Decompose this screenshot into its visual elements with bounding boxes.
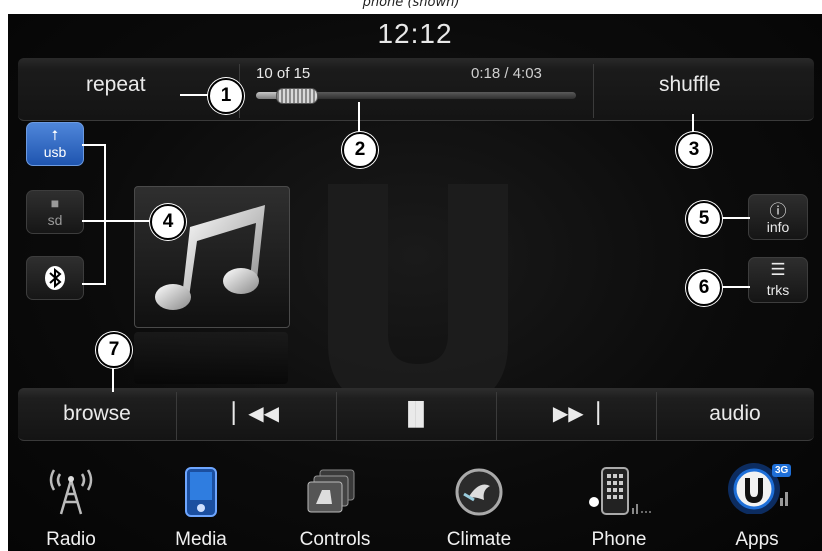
callout-leader-4a xyxy=(82,144,106,146)
next-track-button[interactable]: ▶▶▕ xyxy=(496,388,656,440)
document-caption: phone (shown) xyxy=(0,0,822,14)
skip-previous-icon: ▏◀◀ xyxy=(232,403,280,425)
uconnect-apps-icon xyxy=(728,463,788,514)
callout-leader-2 xyxy=(358,102,360,132)
pause-button[interactable]: ▐▌ xyxy=(336,388,496,440)
track-count: 10 of 15 xyxy=(256,65,311,82)
source-usb-button[interactable]: ⭡ usb xyxy=(26,122,84,166)
tracks-button[interactable]: ☰ trks xyxy=(748,257,808,303)
callout-6: 6 xyxy=(686,270,722,306)
dock-climate-label: Climate xyxy=(446,529,512,550)
dock-climate[interactable]: Climate xyxy=(424,462,534,551)
callout-5: 5 xyxy=(686,201,722,237)
previous-track-button[interactable]: ▏◀◀ xyxy=(176,388,336,440)
callout-leader-5 xyxy=(720,217,750,219)
dock-phone-label: Phone xyxy=(591,529,647,550)
skip-next-icon: ▶▶▕ xyxy=(552,403,600,425)
source-usb-label: usb xyxy=(43,144,67,160)
sd-card-icon: ■ xyxy=(50,195,60,211)
source-sd-button[interactable]: ■ sd xyxy=(26,190,84,234)
bluetooth-icon xyxy=(45,266,65,290)
phone-keypad-icon xyxy=(589,467,651,515)
dock-apps-label: Apps xyxy=(735,529,779,550)
dock-media[interactable]: Media xyxy=(146,462,256,551)
dock-controls[interactable]: Controls xyxy=(280,462,390,551)
info-label: info xyxy=(766,219,790,235)
uconnect-watermark-icon xyxy=(328,184,508,414)
callout-2: 2 xyxy=(342,132,378,168)
track-time: 0:18 / 4:03 xyxy=(471,65,542,82)
callout-7: 7 xyxy=(96,332,132,368)
callout-1: 1 xyxy=(208,78,244,114)
divider xyxy=(593,64,594,118)
album-art-reflection xyxy=(134,332,288,384)
info-button[interactable]: ⓘ info xyxy=(748,194,808,240)
source-sd-label: sd xyxy=(47,212,63,228)
seat-controls-icon xyxy=(307,469,355,513)
list-icon: ☰ xyxy=(770,260,786,279)
dock-phone[interactable]: Phone xyxy=(564,462,674,551)
progress-handle[interactable] xyxy=(276,88,318,104)
callout-leader-7 xyxy=(112,364,114,392)
media-player-icon xyxy=(185,467,217,517)
shuffle-button[interactable]: shuffle xyxy=(659,73,721,97)
browse-button[interactable]: browse xyxy=(18,388,176,440)
tracks-label: trks xyxy=(766,282,790,298)
progress-slider[interactable] xyxy=(256,88,576,104)
radio-tower-icon xyxy=(49,469,93,515)
callout-leader-4b xyxy=(104,144,106,284)
usb-icon: ⭡ xyxy=(51,127,59,143)
climate-fan-icon xyxy=(455,468,503,516)
callout-leader-1 xyxy=(180,94,210,96)
callout-leader-4c xyxy=(82,283,106,285)
callout-leader-6 xyxy=(720,286,750,288)
dock-apps[interactable]: 3G Apps xyxy=(702,462,812,551)
apps-3g-badge: 3G xyxy=(772,464,792,477)
dock-media-label: Media xyxy=(175,529,227,550)
callout-leader-3 xyxy=(692,114,694,132)
repeat-button[interactable]: repeat xyxy=(86,73,146,97)
callout-4: 4 xyxy=(150,204,186,240)
pause-icon: ▐▌ xyxy=(400,401,432,426)
callout-leader-4d xyxy=(82,220,152,222)
media-screen: 12:12 repeat 10 of 15 0:18 / 4:03 shuffl… xyxy=(8,14,822,551)
callout-3: 3 xyxy=(676,132,712,168)
source-bluetooth-button[interactable] xyxy=(26,256,84,300)
dock-radio-label: Radio xyxy=(46,529,96,550)
dock-radio[interactable]: Radio xyxy=(16,462,126,551)
clock: 12:12 xyxy=(377,18,453,49)
dock-controls-label: Controls xyxy=(299,529,371,550)
audio-button[interactable]: audio xyxy=(656,388,814,440)
